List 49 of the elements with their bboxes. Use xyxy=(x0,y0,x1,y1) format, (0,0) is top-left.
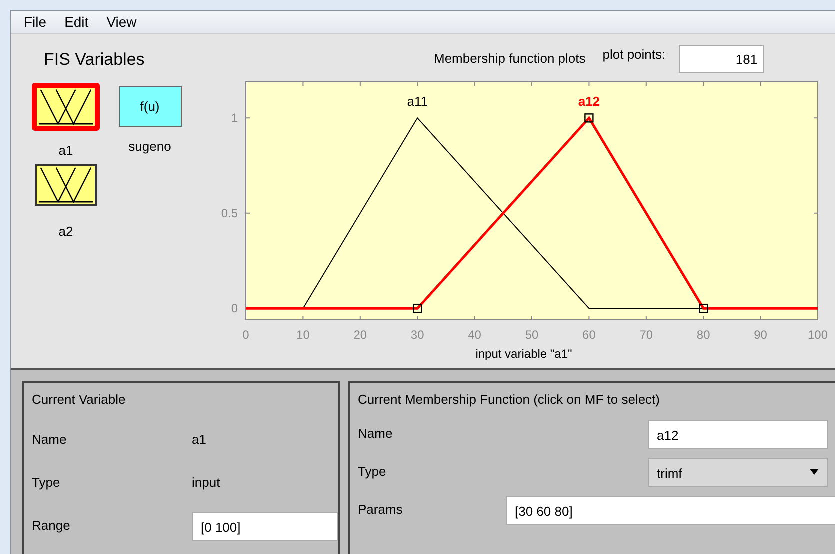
field-label: Params xyxy=(358,501,404,517)
tick-label: 90 xyxy=(754,328,768,342)
vertex-handle[interactable] xyxy=(413,304,422,314)
menu-item[interactable]: Edit xyxy=(56,14,98,30)
vertex-handle[interactable] xyxy=(699,304,708,314)
panel-title: Current Membership Function (click on MF to select) xyxy=(358,392,661,409)
menu-item[interactable]: File xyxy=(15,14,56,30)
membership-curve[interactable] xyxy=(246,116,818,310)
tick-label: 30 xyxy=(410,328,424,342)
tick-label: 0 xyxy=(242,328,250,342)
field-label: Type xyxy=(358,463,388,479)
tick-label: 100 xyxy=(808,328,828,342)
section-title: FIS Variables xyxy=(44,50,145,70)
field-label: Type xyxy=(32,474,62,490)
variable-label: a1 xyxy=(58,143,74,158)
tick-label: 60 xyxy=(582,328,596,342)
membership-variable-icon[interactable] xyxy=(35,164,97,206)
tick-label: 40 xyxy=(468,328,482,342)
membership-variable-icon[interactable] xyxy=(32,83,100,131)
text-field[interactable]: [30 60 80] xyxy=(506,496,835,525)
tick-label: 80 xyxy=(696,328,710,342)
field-value: input xyxy=(192,474,220,490)
field-label: Name xyxy=(358,425,394,441)
vertex-handle[interactable] xyxy=(584,114,594,123)
dropdown[interactable]: trimf xyxy=(648,458,828,487)
curve-label: a12 xyxy=(578,94,600,110)
curve-label: a11 xyxy=(407,94,428,110)
tick-label: 50 xyxy=(525,328,539,342)
axis-label: input variable "a1" xyxy=(476,347,572,361)
caret-icon xyxy=(810,469,819,475)
panel-title: Current Variable xyxy=(32,392,127,409)
plot-title: Membership function plots xyxy=(434,51,586,66)
field-value: a1 xyxy=(192,431,206,447)
plot-points-field[interactable]: 181 xyxy=(678,44,764,72)
field-label: Range xyxy=(32,517,72,533)
tick-label: 0 xyxy=(231,302,238,316)
tick-label: 20 xyxy=(354,328,368,342)
field-label: plot points: xyxy=(602,47,666,62)
output-variable-button[interactable]: f(u) xyxy=(118,86,182,127)
tick-label: 1 xyxy=(231,111,238,126)
field-label: Name xyxy=(32,431,68,447)
tick-label: 70 xyxy=(640,328,654,342)
menu-item[interactable]: View xyxy=(98,14,146,30)
variable-label: a2 xyxy=(58,224,74,239)
text-field[interactable]: [0 100] xyxy=(192,512,338,541)
tick-label: 10 xyxy=(296,328,310,342)
variable-label: sugeno xyxy=(128,139,172,154)
text-field[interactable]: a12 xyxy=(648,420,828,449)
tick-label: 0.5 xyxy=(221,206,238,220)
